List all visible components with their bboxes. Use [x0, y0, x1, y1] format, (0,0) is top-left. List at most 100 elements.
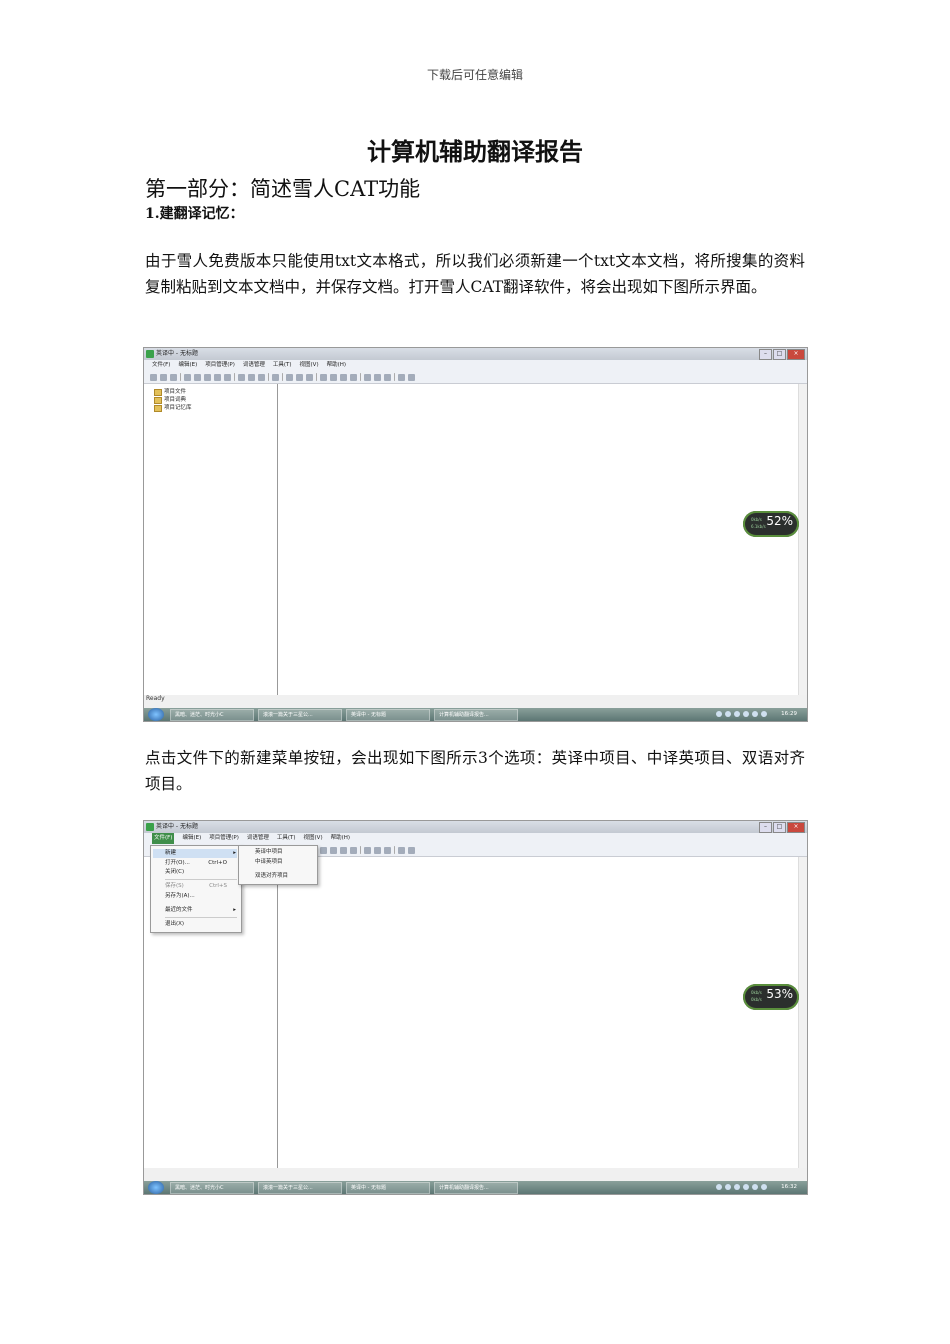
grid-icon[interactable]	[364, 846, 371, 854]
home-icon[interactable]	[398, 846, 405, 854]
maximize-button[interactable]: □	[773, 349, 786, 360]
menu-edit[interactable]: 编辑(E)	[178, 360, 197, 371]
page-icon[interactable]	[320, 846, 327, 854]
taskbar-item[interactable]: 黑暗、迷茫、时光小C	[170, 1181, 254, 1194]
panel-icon[interactable]	[384, 846, 391, 854]
search-icon[interactable]	[286, 373, 293, 381]
replace-icon[interactable]	[296, 373, 303, 381]
menu-project[interactable]: 项目管理(P)	[205, 360, 235, 371]
new-submenu: 英译中项目 中译英项目 双语对齐项目	[238, 845, 318, 885]
menu-item-exit[interactable]: 退出(X)	[165, 920, 237, 929]
vertical-scrollbar[interactable]	[798, 857, 807, 1168]
list-icon[interactable]	[330, 373, 337, 381]
menu-help[interactable]: 帮助(H)	[331, 833, 350, 844]
export-icon[interactable]	[272, 373, 279, 381]
settings-icon[interactable]	[340, 373, 347, 381]
system-tray	[716, 711, 767, 717]
project-tree-pane: 项目文件 项目词典 项目记忆库	[144, 384, 278, 695]
taskbar-item[interactable]: 计算机辅助翻译报告...	[434, 708, 518, 721]
dictionary-icon[interactable]	[258, 373, 265, 381]
paragraph-1: 由于雪人免费版本只能使用txt文本格式，所以我们必须新建一个txt文本文档，将所…	[145, 252, 805, 296]
submenu-item-bilingual-align[interactable]: 双语对齐项目	[255, 871, 288, 881]
toolbar-separator	[234, 373, 235, 381]
copy-icon[interactable]	[204, 373, 211, 381]
page-icon[interactable]	[320, 373, 327, 381]
menu-edit[interactable]: 编辑(E)	[182, 833, 201, 844]
memory-icon[interactable]	[248, 373, 255, 381]
network-gadget: 0kb/s 6.1kb/s 52%	[743, 511, 799, 537]
system-tray	[716, 1184, 767, 1190]
taskbar-item[interactable]: 滚滚一篇关于三星公...	[258, 1181, 342, 1194]
menu-project[interactable]: 项目管理(P)	[209, 833, 239, 844]
minimize-button[interactable]: –	[759, 822, 772, 833]
menu-view[interactable]: 视图(V)	[300, 360, 319, 371]
menu-tools[interactable]: 工具(T)	[277, 833, 296, 844]
taskbar-item[interactable]: 英译中 - 无标题	[346, 1181, 430, 1194]
delete-icon[interactable]	[224, 373, 231, 381]
maximize-button[interactable]: □	[773, 822, 786, 833]
tree-item-project-files[interactable]: 项目文件	[154, 388, 192, 396]
toolbar-separator	[360, 373, 361, 381]
layout-icon[interactable]	[350, 846, 357, 854]
new-icon[interactable]	[150, 373, 157, 381]
home-icon[interactable]	[398, 373, 405, 381]
open-icon[interactable]	[160, 373, 167, 381]
toolbar-separator	[282, 373, 283, 381]
layout-icon[interactable]	[350, 373, 357, 381]
start-button[interactable]	[148, 1181, 164, 1194]
menu-item-open[interactable]: 打开(O)... Ctrl+O	[165, 859, 237, 868]
vertical-scrollbar[interactable]	[798, 384, 807, 695]
menu-tools[interactable]: 工具(T)	[273, 360, 292, 371]
menu-terms[interactable]: 词语管理	[247, 833, 269, 844]
document-title: 计算机辅助翻译报告	[367, 137, 583, 166]
subheading: 1.建翻译记忆：	[145, 206, 244, 222]
view-icon[interactable]	[374, 373, 381, 381]
screenshot-main-window: 英译中 - 无标题 – □ × 文件(F) 编辑(E) 项目管理(P) 词语管理…	[143, 347, 808, 722]
status-bar: Ready	[144, 695, 807, 708]
menu-terms[interactable]: 词语管理	[243, 360, 265, 371]
close-button[interactable]: ×	[787, 349, 805, 360]
taskbar-item[interactable]: 黑暗、迷茫、时光小C	[170, 708, 254, 721]
paste-icon[interactable]	[214, 373, 221, 381]
submenu-item-en-zh[interactable]: 英译中项目	[255, 847, 283, 857]
menu-item-close[interactable]: 关闭(C)	[165, 868, 237, 877]
menu-help[interactable]: 帮助(H)	[327, 360, 346, 371]
view-icon[interactable]	[374, 846, 381, 854]
menu-item-recent-files[interactable]: 最近的文件 ▸	[165, 906, 237, 915]
print-icon[interactable]	[184, 373, 191, 381]
save-icon[interactable]	[170, 373, 177, 381]
taskbar-item[interactable]: 英译中 - 无标题	[346, 708, 430, 721]
editor-pane[interactable]: 0kb/s 6.1kb/s 52%	[278, 384, 807, 695]
toolbar-separator	[316, 373, 317, 381]
window-title: 英译中 - 无标题	[156, 350, 198, 357]
menu-file[interactable]: 文件(F)	[152, 833, 175, 844]
taskbar-item[interactable]: 滚滚一篇关于三星公...	[258, 708, 342, 721]
tree-item-project-memory[interactable]: 项目记忆库	[154, 404, 192, 412]
panel-icon[interactable]	[384, 373, 391, 381]
submenu-item-zh-en[interactable]: 中译英项目	[255, 857, 283, 867]
help-icon[interactable]	[408, 846, 415, 854]
grid-icon[interactable]	[364, 373, 371, 381]
window-titlebar: 英译中 - 无标题 – □ ×	[144, 348, 807, 360]
settings-icon[interactable]	[340, 846, 347, 854]
menu-bar: 文件(F) 编辑(E) 项目管理(P) 词语管理 工具(T) 视图(V) 帮助(…	[144, 360, 807, 371]
minimize-button[interactable]: –	[759, 349, 772, 360]
gadget-percent: 53%	[766, 987, 793, 1001]
check-icon[interactable]	[306, 373, 313, 381]
menu-file[interactable]: 文件(F)	[152, 360, 170, 371]
menu-view[interactable]: 视图(V)	[304, 833, 323, 844]
app-icon	[146, 823, 154, 831]
help-icon[interactable]	[408, 373, 415, 381]
close-button[interactable]: ×	[787, 822, 805, 833]
menu-item-save-as[interactable]: 另存为(A)...	[165, 892, 237, 901]
project-icon[interactable]	[238, 373, 245, 381]
list-icon[interactable]	[330, 846, 337, 854]
start-button[interactable]	[148, 708, 164, 721]
editor-pane[interactable]: 0kb/s 0kb/s 53%	[278, 857, 807, 1168]
cut-icon[interactable]	[194, 373, 201, 381]
tree-item-project-dictionary[interactable]: 项目词典	[154, 396, 192, 404]
status-bar	[144, 1168, 807, 1181]
menu-item-new[interactable]: 新建 ▸	[153, 849, 237, 858]
taskbar-item[interactable]: 计算机辅助翻译报告...	[434, 1181, 518, 1194]
menu-item-save[interactable]: 保存(S) Ctrl+S	[165, 882, 237, 891]
